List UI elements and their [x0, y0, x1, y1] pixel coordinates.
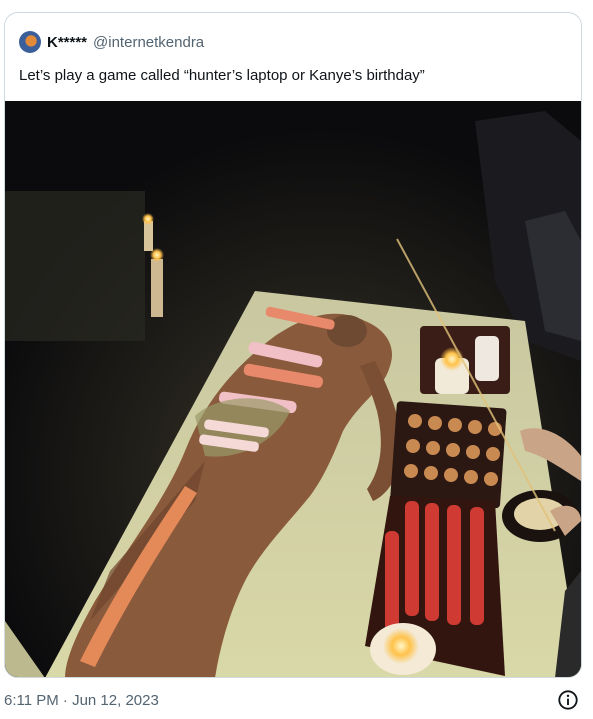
- quoted-tweet-header: K***** @internetkendra: [19, 30, 204, 54]
- tweet-timestamp[interactable]: 6:11 PM · Jun 12, 2023: [4, 692, 159, 709]
- tweet-photo[interactable]: [5, 101, 581, 677]
- info-icon[interactable]: [557, 689, 579, 711]
- display-name[interactable]: K*****: [47, 34, 87, 51]
- quoted-tweet-text: Let’s play a game called “hunter’s lapto…: [19, 67, 425, 84]
- user-handle[interactable]: @internetkendra: [93, 34, 204, 51]
- avatar[interactable]: [19, 31, 41, 53]
- quoted-tweet-card[interactable]: K***** @internetkendra Let’s play a game…: [4, 12, 582, 678]
- tweet-footer: 6:11 PM · Jun 12, 2023: [0, 688, 593, 718]
- tweet-page: K***** @internetkendra Let’s play a game…: [0, 0, 593, 719]
- photo-illustration: [5, 101, 581, 677]
